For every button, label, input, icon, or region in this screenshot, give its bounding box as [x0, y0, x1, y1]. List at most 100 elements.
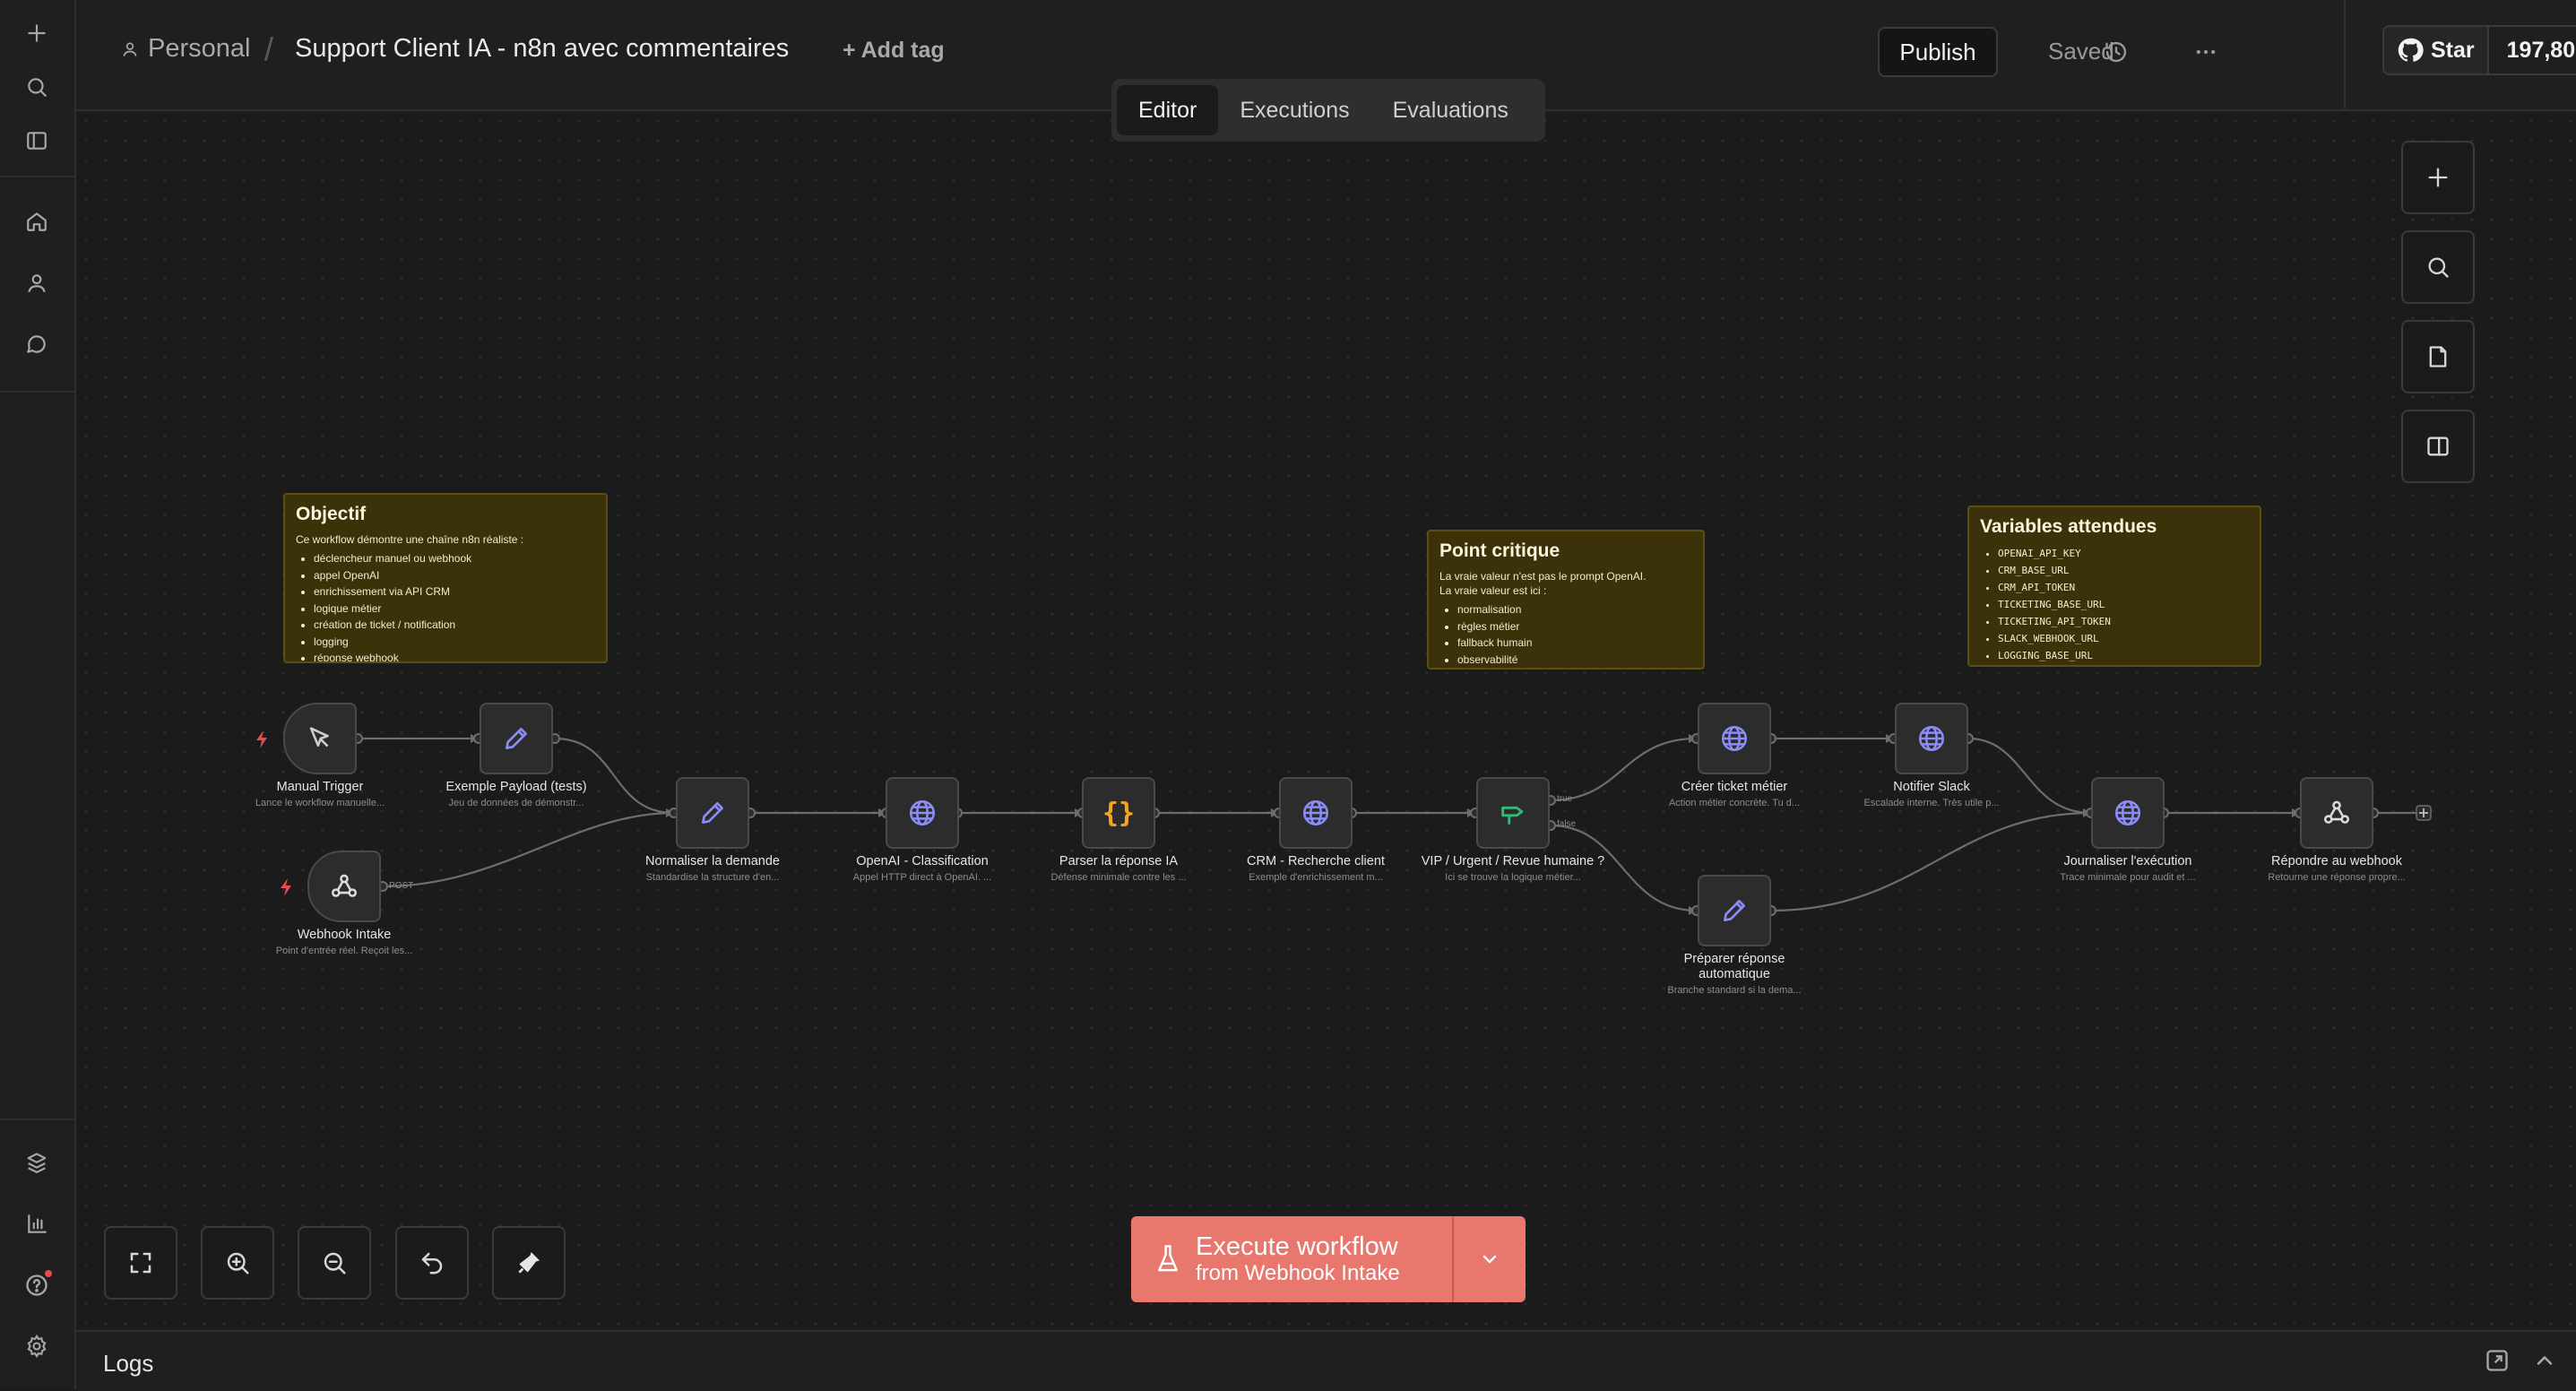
github-star-button[interactable]: Star 197,802: [2382, 25, 2576, 75]
zoom-out-button[interactable]: [298, 1226, 371, 1300]
breadcrumb-project[interactable]: Personal: [121, 34, 250, 64]
add-sticky-button[interactable]: [2401, 320, 2475, 393]
node-webhook-intake[interactable]: Webhook Intake Point d'entrée réel. Reço…: [232, 851, 456, 956]
sticky-note-icon: [2429, 346, 2447, 367]
sticky-text: La vraie valeur n'est pas le prompt Open…: [1439, 570, 1647, 583]
tidy-up-button[interactable]: [492, 1226, 566, 1300]
more-options-icon[interactable]: [2186, 32, 2226, 72]
tab-editor[interactable]: Editor: [1117, 85, 1219, 135]
logs-label: Logs: [103, 1350, 154, 1377]
search-nodes-button[interactable]: [2401, 230, 2475, 304]
execute-workflow-button[interactable]: Execute workflow from Webhook Intake: [1131, 1216, 1526, 1302]
github-star-label: Star: [2431, 37, 2475, 63]
sidebar-divider: [0, 1119, 74, 1120]
sidebar-divider: [0, 176, 74, 177]
insights-icon[interactable]: [16, 1204, 57, 1245]
logs-panel[interactable]: Logs: [76, 1330, 2576, 1391]
node-title: Parser la réponse IA: [1059, 854, 1179, 868]
cursor-icon: [309, 727, 329, 747]
node-subtitle: Standardise la structure d'en...: [645, 872, 780, 883]
sticky-item: fallback humain: [1457, 635, 1692, 652]
undo-icon: [421, 1252, 443, 1274]
globe-icon: [909, 799, 936, 826]
publish-button[interactable]: Publish: [1878, 27, 1998, 77]
user-icon[interactable]: [16, 263, 57, 304]
sticky-note-variables[interactable]: Variables attendues OPENAI_API_KEY CRM_B…: [1967, 505, 2261, 667]
sticky-item: logique métier: [314, 600, 595, 618]
execute-label: Execute workflow: [1196, 1232, 1398, 1261]
sticky-item: LOGGING_BASE_URL: [1998, 647, 2249, 664]
popout-icon[interactable]: [2485, 1348, 2510, 1373]
webhook-icon: [331, 874, 358, 897]
sticky-title: Point critique: [1439, 540, 1560, 561]
settings-icon[interactable]: [16, 1326, 57, 1367]
node-subtitle: Appel HTTP direct à OpenAI. ...: [852, 872, 992, 883]
zoom-in-button[interactable]: [201, 1226, 274, 1300]
sticky-note-objectif[interactable]: Objectif Ce workflow démontre une chaîne…: [283, 493, 608, 663]
notification-dot: [45, 1270, 52, 1277]
node-title: VIP / Urgent / Revue humaine ?: [1421, 854, 1605, 868]
node-title: Répondre au webhook: [2271, 854, 2402, 868]
node-parser-reponse[interactable]: {} Parser la réponse IA Défense minimale…: [1007, 777, 1231, 883]
pen-icon: [702, 802, 723, 824]
sticky-item: OPENAI_API_KEY: [1998, 545, 2249, 562]
node-exemple-payload[interactable]: Exemple Payload (tests) Jeu de données d…: [404, 703, 628, 808]
fit-view-button[interactable]: [104, 1226, 177, 1300]
node-title: Créer ticket métier: [1681, 780, 1788, 794]
toggle-panel-button[interactable]: [2401, 410, 2475, 483]
panel-toggle-icon: [2427, 436, 2449, 456]
sticky-item: création de ticket / notification: [314, 617, 595, 634]
node-manual-trigger[interactable]: Manual Trigger Lance le workflow manuell…: [208, 703, 432, 808]
globe-icon: [1721, 725, 1748, 752]
execute-workflow-main[interactable]: Execute workflow from Webhook Intake: [1131, 1216, 1452, 1302]
sidebar-divider: [0, 391, 74, 393]
history-icon[interactable]: [2096, 32, 2136, 72]
help-icon[interactable]: [16, 1265, 57, 1306]
github-star-count: 197,802: [2506, 37, 2576, 63]
execute-dropdown[interactable]: [1452, 1216, 1526, 1302]
workflow-title[interactable]: Support Client IA - n8n avec commentaire…: [295, 34, 789, 64]
node-preparer-reponse[interactable]: Préparer réponse automatique Branche sta…: [1622, 875, 1846, 996]
sticky-title: Objectif: [296, 504, 367, 524]
workflow-canvas[interactable]: POST true false Objectif Ce workflow dém…: [76, 111, 2576, 1330]
undo-button[interactable]: [395, 1226, 469, 1300]
tab-executions[interactable]: Executions: [1218, 85, 1370, 135]
node-subtitle: Trace minimale pour audit et ...: [2060, 872, 2196, 883]
sticky-item: déclencheur manuel ou webhook: [314, 550, 595, 567]
node-notifier-slack[interactable]: Notifier Slack Escalade interne. Très ut…: [1820, 703, 2044, 808]
search-icon[interactable]: [16, 66, 57, 108]
node-repondre-webhook[interactable]: Répondre au webhook Retourne une réponse…: [2225, 777, 2449, 883]
sticky-item: CRM_API_TOKEN: [1998, 579, 2249, 596]
templates-icon[interactable]: [16, 1143, 57, 1184]
add-tag-button[interactable]: + Add tag: [843, 38, 945, 64]
chat-icon[interactable]: [16, 324, 57, 365]
tab-evaluations[interactable]: Evaluations: [1371, 85, 1530, 135]
sticky-item: TICKETING_API_TOKEN: [1998, 613, 2249, 630]
node-title: Notifier Slack: [1893, 780, 1970, 794]
node-journaliser-execution[interactable]: Journaliser l'exécution Trace minimale p…: [2016, 777, 2240, 883]
sticky-title: Variables attendues: [1980, 516, 2157, 537]
if-icon: [1501, 806, 1524, 825]
sticky-note-point-critique[interactable]: Point critique La vraie valeur n'est pas…: [1427, 530, 1705, 670]
fit-view-icon: [130, 1252, 151, 1274]
github-icon: [2398, 38, 2424, 62]
panel-icon[interactable]: [16, 120, 57, 161]
sticky-item: règles métier: [1457, 618, 1692, 635]
globe-icon: [1918, 725, 1945, 752]
node-if-vip-urgent[interactable]: VIP / Urgent / Revue humaine ? Ici se tr…: [1401, 777, 1625, 883]
header-divider: [2344, 0, 2346, 109]
flask-icon: [1158, 1245, 1178, 1272]
node-subtitle: Jeu de données de démonstr...: [448, 798, 584, 808]
zoom-out-icon: [324, 1252, 346, 1274]
sticky-item: logging: [314, 634, 595, 651]
plus-icon[interactable]: [16, 13, 57, 54]
node-normaliser-demande[interactable]: Normaliser la demande Standardise la str…: [601, 777, 825, 883]
home-icon[interactable]: [16, 201, 57, 242]
add-node-button[interactable]: [2401, 141, 2475, 214]
chevron-down-icon: [1482, 1255, 1497, 1264]
pen-icon: [506, 728, 527, 749]
node-crm-recherche[interactable]: CRM - Recherche client Exemple d'enrichi…: [1204, 777, 1428, 883]
chevron-up-icon[interactable]: [2532, 1348, 2557, 1373]
node-creer-ticket[interactable]: Créer ticket métier Action métier concrè…: [1622, 703, 1846, 808]
node-openai-classification[interactable]: OpenAI - Classification Appel HTTP direc…: [810, 777, 1034, 883]
